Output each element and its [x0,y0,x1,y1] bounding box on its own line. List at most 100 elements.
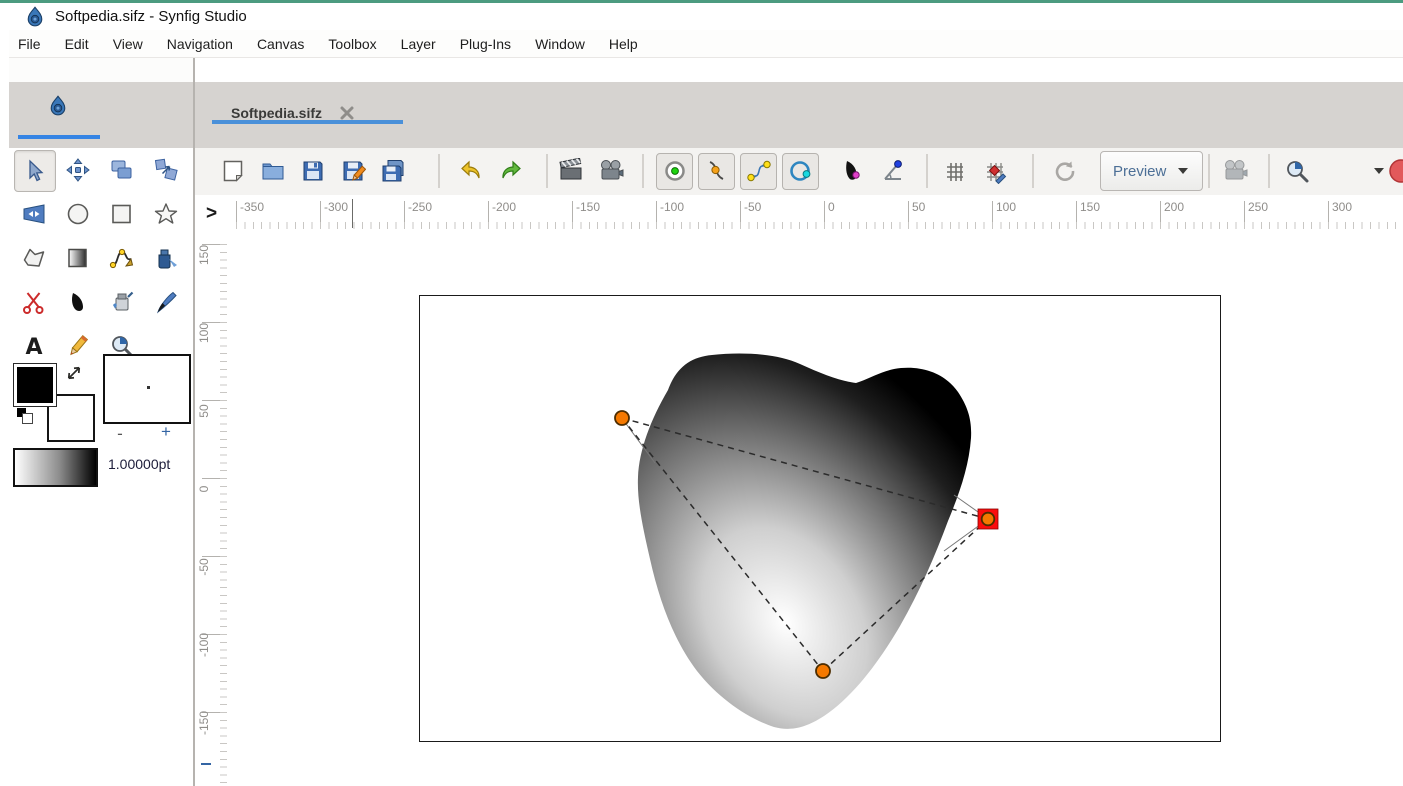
synfig-studio-window: Softpedia.sifz - Synfig Studio File Edit V… [0,0,1403,786]
render-preview-button[interactable] [1220,153,1250,190]
open-button[interactable] [258,153,288,190]
panel-separator[interactable] [193,58,195,786]
open-folder-icon [260,158,286,184]
toggle-radius-handles[interactable] [782,153,819,190]
new-document-button[interactable] [218,153,248,190]
eyedrop-tool[interactable] [102,282,142,322]
menu-canvas[interactable]: Canvas [257,36,304,52]
h-ruler-major-tick [320,201,321,226]
brush-tool[interactable] [146,282,186,322]
star-icon [153,201,179,227]
brush-icon [153,289,179,315]
canvas-workspace[interactable] [228,232,1403,786]
refresh-button[interactable] [1050,153,1080,190]
canvas-page[interactable] [419,295,1221,742]
cutout-tool[interactable] [14,282,54,322]
render-button[interactable] [556,153,586,190]
toggle-angle-handles[interactable] [879,153,909,190]
width-handles-icon [840,158,866,184]
gradient-tool[interactable] [58,238,98,278]
snap-grid-button[interactable] [980,153,1010,190]
h-ruler-major-tick [1244,201,1245,226]
fill-tool[interactable] [58,282,98,322]
decrease-brush-size-button[interactable]: - [109,424,131,444]
brush-preview[interactable] [103,354,191,424]
gradient-icon [65,245,91,271]
circle-icon [65,201,91,227]
draw-tool[interactable] [146,238,186,278]
toolbar-separator [546,154,548,188]
h-ruler-label: -150 [576,200,600,214]
menu-window[interactable]: Window [535,36,585,52]
undo-button[interactable] [456,153,486,190]
scale-tool[interactable] [146,150,186,190]
toolbar-group [456,148,526,194]
vertex-handles-icon [704,158,730,184]
rectangle-tool[interactable] [102,194,142,234]
mirror-tool[interactable] [102,150,142,190]
active-canvas-tab-underline [212,120,403,124]
toolbar-group [218,148,408,194]
h-ruler-label: -200 [492,200,516,214]
brush-dot [147,386,150,389]
ruler-expander[interactable]: > [195,195,228,232]
menu-view[interactable]: View [113,36,143,52]
h-ruler-label: 300 [1332,200,1352,214]
angle-handles-icon [881,158,907,184]
scale-shapes-icon [153,157,179,183]
vertical-ruler[interactable]: 150100500-50-100-150 [195,232,229,786]
horizontal-ruler[interactable]: -350-300-250-200-150-100-500501001502002… [228,195,1403,233]
toggle-grid-button[interactable] [940,153,970,190]
canvas-tab[interactable]: Softpedia.sifz [212,82,356,144]
titlebar[interactable]: Softpedia.sifz - Synfig Studio [9,3,1403,30]
width-tool[interactable] [14,194,54,234]
gradient-swatch[interactable] [13,448,98,487]
toggle-tangent-handles[interactable] [740,153,777,190]
toolbar-separator [1032,154,1034,188]
menu-layer[interactable]: Layer [401,36,436,52]
menu-navigation[interactable]: Navigation [167,36,233,52]
preview-render-button[interactable] [596,153,626,190]
h-ruler-label: 250 [1248,200,1268,214]
menu-edit[interactable]: Edit [65,36,89,52]
smooth-move-tool[interactable] [58,150,98,190]
increase-brush-size-button[interactable]: + [155,422,177,442]
outline-color-swatch[interactable] [13,363,57,407]
h-ruler-label: 50 [912,200,925,214]
menu-help[interactable]: Help [609,36,638,52]
star-tool[interactable] [146,194,186,234]
polygon-tool[interactable] [14,238,54,278]
h-ruler-major-tick [908,201,909,226]
redo-button[interactable] [496,153,526,190]
spline-tool[interactable] [102,238,142,278]
toolbar-group [940,148,1010,194]
stop-button[interactable] [1386,153,1403,190]
menu-file[interactable]: File [18,36,41,52]
h-ruler-label: 200 [1164,200,1184,214]
paint-can-icon [109,289,135,315]
transform-tool[interactable] [14,150,56,192]
text-tool[interactable]: A [14,326,54,366]
h-ruler-major-tick [404,201,405,226]
menu-plug-ins[interactable]: Plug-Ins [460,36,511,52]
h-ruler-label: -50 [744,200,761,214]
toggle-vertex-handles[interactable] [698,153,735,190]
toggle-width-handles[interactable] [838,153,868,190]
save-as-button[interactable] [338,153,368,190]
toolbar-group [1282,148,1394,194]
menu-toolbox[interactable]: Toolbox [328,36,376,52]
h-ruler-major-tick [1328,201,1329,226]
ink-bottle-icon [153,245,179,271]
sketch-tool[interactable] [58,326,98,366]
save-all-button[interactable] [378,153,408,190]
default-colors-button[interactable] [17,408,33,424]
h-ruler-major-tick [572,201,573,226]
h-ruler-major-tick [488,201,489,226]
zoom-button[interactable] [1282,153,1312,190]
quality-dropdown[interactable]: Preview [1100,151,1203,191]
circle-tool[interactable] [58,194,98,234]
toggle-position-handles[interactable] [656,153,693,190]
dropdown-arrow-icon [1176,164,1190,178]
save-button[interactable] [298,153,328,190]
swap-colors-icon[interactable] [64,363,84,383]
